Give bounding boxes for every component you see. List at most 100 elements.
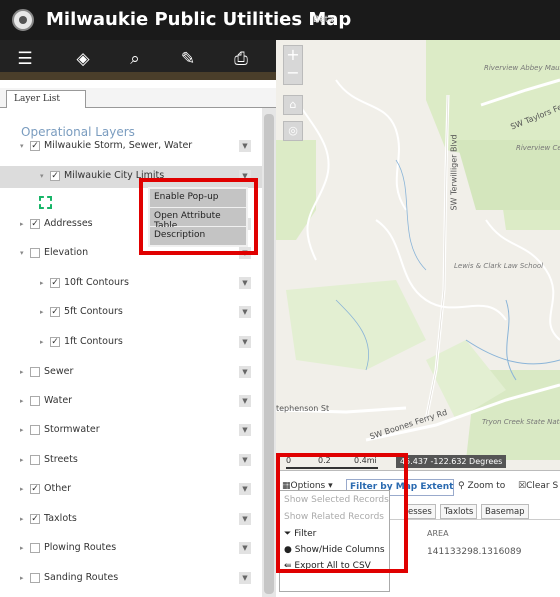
expand-icon[interactable]: ▸: [20, 368, 24, 376]
table-cell-area[interactable]: 141133298.1316089: [427, 547, 521, 557]
expand-icon[interactable]: ▸: [20, 220, 24, 228]
expand-icon[interactable]: ▸: [20, 456, 24, 464]
layer-label: Streets: [44, 454, 78, 465]
app-header: Milwaukie Public Utilities Map Beta: [0, 0, 560, 40]
expand-icon[interactable]: ▸: [20, 426, 24, 434]
map-label-sw-terwilliger: SW Terwilliger Blvd: [449, 134, 459, 211]
layer-row[interactable]: ▸ Sewer ▼: [0, 362, 262, 384]
beta-badge: Beta: [313, 15, 334, 25]
tab-basemap[interactable]: Basemap: [481, 504, 529, 519]
layer-label: Other: [44, 483, 71, 494]
scrollbar-thumb[interactable]: [264, 114, 274, 594]
layer-checkbox[interactable]: [30, 248, 40, 258]
layer-menu-icon[interactable]: ▼: [239, 366, 251, 378]
layer-row[interactable]: ▸ Stormwater ▼: [0, 420, 262, 442]
layer-menu-icon[interactable]: ▼: [239, 542, 251, 554]
tab-taxlots[interactable]: Taxlots: [440, 504, 478, 519]
layer-checkbox[interactable]: [30, 543, 40, 553]
home-icon[interactable]: ⌂: [283, 95, 303, 115]
layer-menu-icon[interactable]: ▼: [239, 424, 251, 436]
layer-label: Sanding Routes: [44, 572, 119, 583]
layer-menu-icon[interactable]: ▼: [239, 277, 251, 289]
expand-icon[interactable]: ▸: [20, 397, 24, 405]
layer-row[interactable]: ▸ ✓ 10ft Contours ▼: [0, 273, 262, 295]
layer-checkbox[interactable]: [30, 367, 40, 377]
layer-checkbox[interactable]: ✓: [50, 337, 60, 347]
measure-icon[interactable]: ✎: [177, 48, 199, 70]
layer-checkbox[interactable]: [30, 573, 40, 583]
layer-label: 1ft Contours: [64, 336, 123, 347]
layer-checkbox[interactable]: ✓: [30, 484, 40, 494]
map-label-lewis-clark: Lewis & Clark Law School: [454, 262, 544, 270]
map-view[interactable]: Riverview Abbey Mausoleum SW Taylors Fer…: [276, 40, 560, 470]
layer-menu-icon[interactable]: ▼: [239, 395, 251, 407]
layer-menu-icon[interactable]: ▼: [239, 483, 251, 495]
layer-checkbox[interactable]: [30, 455, 40, 465]
layer-row[interactable]: ▸ ✓ Other ▼: [0, 479, 262, 501]
layer-row[interactable]: ▸ Plowing Routes ▼: [0, 538, 262, 560]
zoom-in-button[interactable]: +: [284, 46, 302, 64]
layer-checkbox[interactable]: ✓: [30, 141, 40, 151]
layer-row[interactable]: ▸ ✓ Taxlots ▼: [0, 509, 262, 531]
search-icon[interactable]: ⌕: [124, 48, 146, 70]
city-logo-icon: [12, 9, 34, 31]
layer-row[interactable]: ▸ ✓ 1ft Contours ▼: [0, 332, 262, 354]
map-label-stephenson: tephenson St: [276, 404, 330, 413]
layer-menu-icon[interactable]: ▼: [239, 336, 251, 348]
collapse-icon[interactable]: ▾: [40, 172, 44, 180]
layer-label: Plowing Routes: [44, 542, 117, 553]
zoom-to-button[interactable]: ⚲ Zoom to: [458, 481, 505, 491]
print-icon[interactable]: ⎙: [230, 48, 252, 70]
highlight-box-menu: [139, 178, 258, 255]
layer-checkbox[interactable]: [30, 425, 40, 435]
zoom-control: + −: [283, 45, 303, 85]
expand-icon[interactable]: ▸: [20, 544, 24, 552]
expand-icon[interactable]: ▸: [40, 279, 44, 287]
layer-label: Elevation: [44, 247, 89, 258]
layer-checkbox[interactable]: ✓: [30, 219, 40, 229]
layer-row[interactable]: ▸ Streets ▼: [0, 450, 262, 472]
layer-checkbox[interactable]: ✓: [50, 171, 60, 181]
expand-icon[interactable]: ▸: [20, 485, 24, 493]
layer-label: Milwaukie Storm, Sewer, Water: [44, 140, 193, 151]
layer-menu-icon[interactable]: ▼: [239, 140, 251, 152]
highlight-box-options: [276, 453, 408, 573]
city-limits-legend-swatch: [39, 196, 52, 209]
expand-icon[interactable]: ▸: [40, 308, 44, 316]
layer-row[interactable]: ▸ ✓ 5ft Contours ▼: [0, 302, 262, 324]
pin-icon: ⚲: [458, 481, 465, 491]
collapse-icon[interactable]: ▾: [20, 142, 24, 150]
locate-icon[interactable]: ◎: [283, 121, 303, 141]
clear-selection-button[interactable]: ☒Clear S: [518, 481, 558, 491]
map-label-riverview-abbey: Riverview Abbey Mausoleum: [484, 64, 560, 72]
panel-scrollbar[interactable]: [262, 108, 276, 597]
expand-icon[interactable]: ▸: [20, 515, 24, 523]
map-label-tryon-creek: Tryon Creek State Natural Area: [482, 418, 560, 426]
layer-checkbox[interactable]: ✓: [50, 307, 60, 317]
layer-menu-icon[interactable]: ▼: [239, 513, 251, 525]
layer-label: Taxlots: [44, 513, 77, 524]
layer-label: Addresses: [44, 218, 93, 229]
column-header-area[interactable]: AREA: [427, 529, 449, 538]
expand-icon[interactable]: ▸: [40, 338, 44, 346]
layer-checkbox[interactable]: ✓: [50, 278, 60, 288]
coordinates-readout: 45.437 -122.632 Degrees: [396, 455, 507, 468]
layer-label: 10ft Contours: [64, 277, 129, 288]
layer-menu-icon[interactable]: ▼: [239, 572, 251, 584]
layer-row[interactable]: ▸ Water ▼: [0, 391, 262, 413]
layer-checkbox[interactable]: [30, 396, 40, 406]
zoom-out-button[interactable]: −: [284, 64, 302, 82]
layer-row[interactable]: ▸ Sanding Routes ▼: [0, 568, 262, 590]
layer-checkbox[interactable]: ✓: [30, 514, 40, 524]
map-label-riverview-cemetery: Riverview Cemetery: [516, 144, 560, 152]
layer-menu-icon[interactable]: ▼: [239, 306, 251, 318]
expand-icon[interactable]: ▸: [20, 574, 24, 582]
collapse-icon[interactable]: ▾: [20, 249, 24, 257]
widget-toolbar: ☰ ◈ ⌕ ✎ ⎙: [0, 40, 276, 80]
list-icon[interactable]: ☰: [14, 48, 36, 70]
layer-menu-icon[interactable]: ▼: [239, 454, 251, 466]
layer-list-tab[interactable]: Layer List: [6, 90, 86, 108]
layers-icon[interactable]: ◈: [72, 48, 94, 70]
layer-row[interactable]: ▾ ✓ Milwaukie Storm, Sewer, Water ▼: [0, 136, 262, 158]
tab-addresses[interactable]: esses: [404, 504, 436, 519]
